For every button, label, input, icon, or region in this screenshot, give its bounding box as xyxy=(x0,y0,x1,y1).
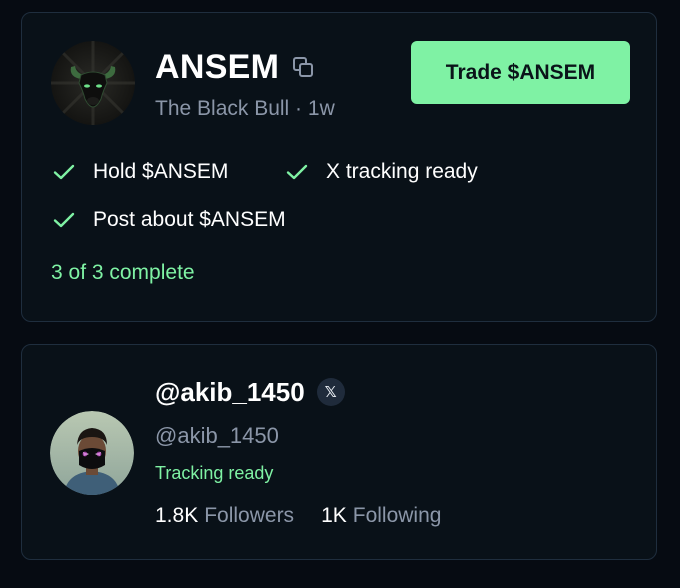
user-card: @akib_1450 𝕏 @akib_1450 Tracking ready 1… xyxy=(21,344,657,560)
requirement-label: Post about $ANSEM xyxy=(93,208,286,231)
requirement-item: X tracking ready xyxy=(285,157,478,187)
requirement-label: X tracking ready xyxy=(326,160,478,183)
black-bull-icon xyxy=(51,41,135,125)
user-avatar[interactable] xyxy=(50,411,134,495)
token-subtitle: The Black Bull · 1w xyxy=(155,97,335,120)
requirement-label: Hold $ANSEM xyxy=(93,160,229,183)
x-logo-icon[interactable]: 𝕏 xyxy=(316,378,345,406)
requirement-item: Post about $ANSEM xyxy=(52,205,286,235)
user-avatar-icon xyxy=(50,411,134,495)
following-count: 1K xyxy=(321,504,347,527)
followers-stat[interactable]: 1.8K Followers xyxy=(155,504,294,528)
followers-label: Followers xyxy=(204,504,295,527)
user-display-name[interactable]: @akib_1450 xyxy=(155,375,305,409)
check-icon xyxy=(52,208,76,232)
token-avatar xyxy=(51,41,135,125)
token-name: ANSEM xyxy=(155,48,280,86)
user-username: @akib_1450 xyxy=(155,423,279,448)
trade-button[interactable]: Trade $ANSEM xyxy=(411,41,630,104)
following-stat[interactable]: 1K Following xyxy=(321,504,441,528)
followers-count: 1.8K xyxy=(155,504,199,527)
check-icon xyxy=(285,160,309,184)
user-stats: 1.8K Followers 1K Following xyxy=(155,504,468,528)
check-icon xyxy=(52,160,76,184)
token-card: ANSEM The Black Bull · 1w Trade $ANSEM H… xyxy=(21,12,657,322)
token-name-row: ANSEM xyxy=(155,47,315,87)
following-label: Following xyxy=(352,504,442,527)
tracking-status: Tracking ready xyxy=(155,463,274,483)
user-handle-row: @akib_1450 𝕏 xyxy=(155,375,345,409)
requirement-item: Hold $ANSEM xyxy=(52,157,228,187)
copy-icon[interactable] xyxy=(291,55,315,79)
progress-text: 3 of 3 complete xyxy=(51,261,195,284)
